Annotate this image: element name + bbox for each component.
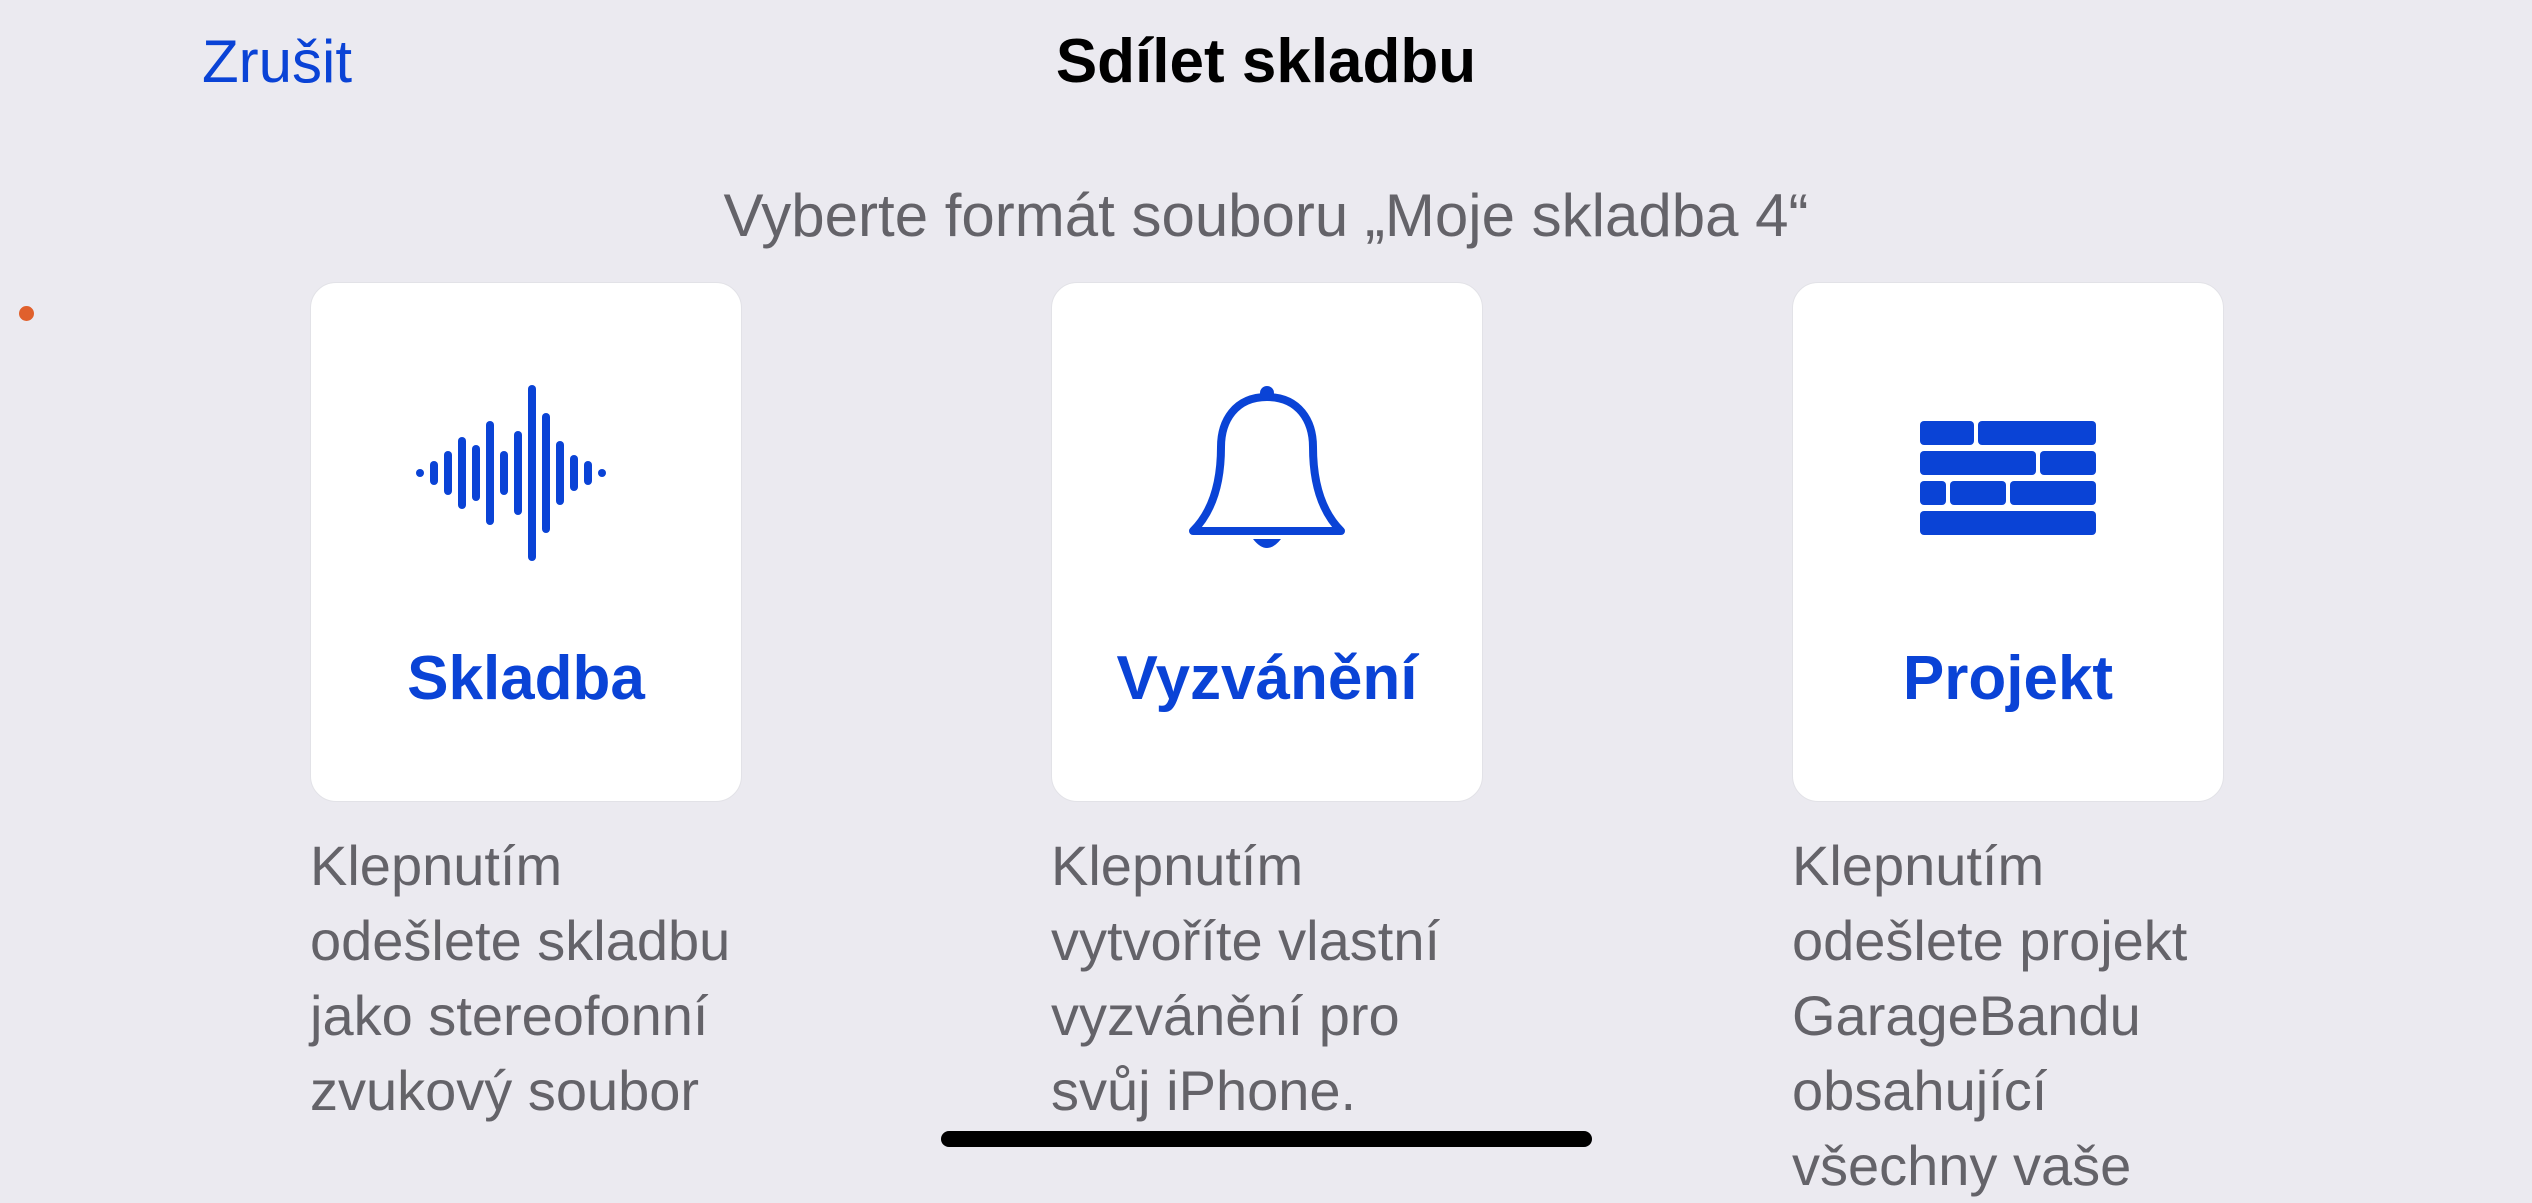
brick-wall-icon (1920, 421, 2096, 535)
song-label: Skladba (407, 644, 645, 713)
page-title: Sdílet skladbu (1055, 27, 1477, 96)
project-card-button[interactable]: Projekt (1792, 282, 2224, 802)
song-description: Klepnutím odešlete skladbu jako stereofo… (310, 834, 731, 1122)
status-dot (19, 306, 34, 321)
ringtone-label: Vyzvánění (1116, 644, 1418, 713)
ringtone-description: Klepnutím vytvoříte vlastní vyzvánění pr… (1051, 834, 1441, 1122)
option-song: Skladba Klepnutím odešlete skladbu jako … (310, 282, 742, 1128)
bell-icon (1189, 386, 1345, 548)
waveform-icon (416, 385, 606, 561)
home-indicator (941, 1131, 1592, 1147)
song-card-button[interactable]: Skladba (310, 282, 742, 802)
ringtone-card-button[interactable]: Vyzvánění (1051, 282, 1483, 802)
project-label: Projekt (1902, 644, 2114, 713)
project-description: Klepnutím odešlete projekt GarageBandu o… (1792, 834, 2188, 1197)
option-ringtone: Vyzvánění Klepnutím vytvoříte vlastní vy… (1051, 282, 1483, 1128)
option-project: Projekt Klepnutím odešlete projekt Garag… (1792, 282, 2224, 1203)
format-prompt: Vyberte formát souboru „Moje skladba 4“ (723, 182, 1809, 249)
